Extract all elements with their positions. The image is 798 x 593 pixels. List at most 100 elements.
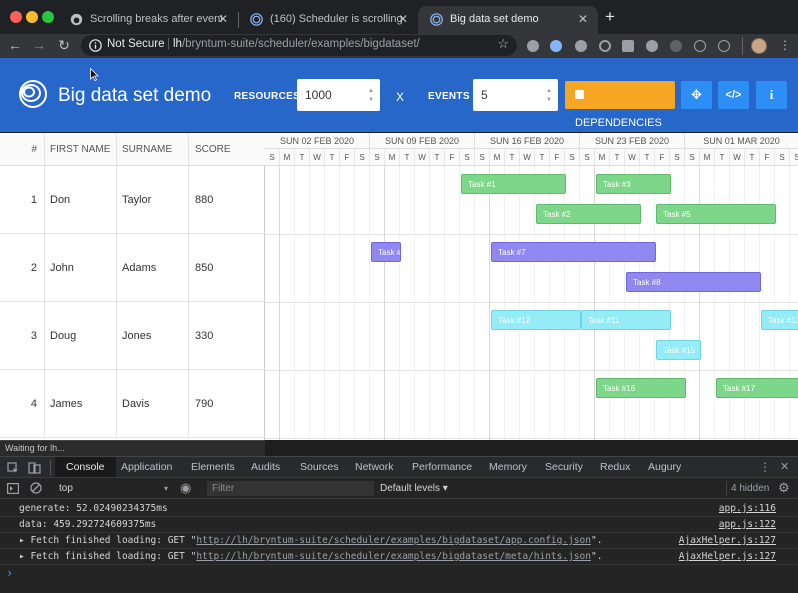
browser-tab-1[interactable]: Scrolling breaks after event resiz ✕: [58, 6, 238, 34]
browser-menu-icon[interactable]: ⋮: [779, 38, 791, 52]
device-toolbar-icon[interactable]: [28, 461, 41, 474]
reload-icon[interactable]: ↻: [55, 36, 73, 54]
react-devtools-icon[interactable]: [718, 40, 730, 52]
close-icon[interactable]: ✕: [780, 460, 789, 473]
address-bar[interactable]: Not Secure | lh/bryntum-suite/scheduler/…: [81, 35, 517, 56]
devtools-tab-performance[interactable]: Performance: [412, 457, 472, 478]
event-bar[interactable]: Task #17: [716, 378, 798, 398]
devtools-tab-console[interactable]: Console: [55, 457, 116, 478]
inspect-element-icon[interactable]: [7, 462, 19, 474]
console-message[interactable]: ▸ Fetch finished loading: GET "http://lh…: [0, 549, 798, 565]
event-bar[interactable]: Task #12: [491, 310, 581, 330]
console-url-link[interactable]: http://lh/bryntum-suite/scheduler/exampl…: [196, 535, 591, 546]
devtools-tab-memory[interactable]: Memory: [489, 457, 527, 478]
window-zoom-button[interactable]: [42, 11, 54, 23]
event-bar[interactable]: Task #15: [656, 340, 701, 360]
devtools-menu-icon[interactable]: ⋮: [759, 460, 771, 474]
bookmark-star-icon[interactable]: ☆: [497, 36, 509, 52]
day-header: M: [490, 149, 505, 166]
table-row[interactable]: 4 James Davis 790: [0, 370, 265, 438]
day-header: T: [325, 149, 340, 166]
console-message[interactable]: ▸ Fetch finished loading: GET "http://lh…: [0, 533, 798, 549]
devtools-tab-elements[interactable]: Elements: [191, 457, 235, 478]
resources-label: RESOURCES: [234, 91, 301, 102]
surname-cell: Jones: [117, 302, 189, 369]
window-close-button[interactable]: [10, 11, 22, 23]
extension-icon[interactable]: [575, 40, 587, 52]
first-name-cell: James: [45, 370, 117, 437]
close-icon[interactable]: ✕: [218, 6, 228, 32]
first-name-cell: Doug: [45, 302, 117, 369]
move-button[interactable]: ✥: [681, 81, 712, 109]
column-header-first-name[interactable]: FIRST NAME: [45, 133, 117, 166]
event-bar[interactable]: Task #11: [581, 310, 671, 330]
close-icon[interactable]: ✕: [398, 6, 408, 32]
close-icon[interactable]: ✕: [578, 6, 588, 32]
extension-icon[interactable]: [599, 40, 611, 52]
devtools-tab-augury[interactable]: Augury: [648, 457, 681, 478]
event-bar[interactable]: Task #1: [461, 174, 566, 194]
column-header-number[interactable]: #: [0, 133, 45, 166]
sidebar-toggle-icon[interactable]: [7, 483, 19, 494]
column-header-score[interactable]: SCORE: [189, 133, 265, 166]
devtools-tab-redux[interactable]: Redux: [600, 457, 630, 478]
event-bar[interactable]: Task #7: [491, 242, 656, 262]
browser-tab-2-label: (160) Scheduler is scrolling to th: [270, 13, 402, 25]
dependencies-button[interactable]: DEPENDENCIES: [565, 81, 675, 129]
avatar[interactable]: [751, 38, 767, 54]
extension-icon[interactable]: [670, 40, 682, 52]
extension-icon[interactable]: [622, 40, 634, 52]
filter-input[interactable]: Filter: [207, 481, 374, 496]
spin-down-icon[interactable]: ▼: [368, 97, 374, 103]
log-levels-dropdown[interactable]: Default levels ▾: [380, 481, 448, 496]
console-source-link[interactable]: app.js:116: [719, 501, 776, 517]
console-source-link[interactable]: AjaxHelper.js:127: [679, 549, 776, 565]
table-row[interactable]: 3 Doug Jones 330: [0, 302, 265, 370]
devtools-tab-audits[interactable]: Audits: [251, 457, 280, 478]
back-arrow-icon[interactable]: ←: [6, 36, 24, 54]
new-tab-button[interactable]: +: [605, 8, 615, 26]
console-source-link[interactable]: app.js:122: [719, 517, 776, 533]
clear-console-icon[interactable]: [30, 482, 42, 494]
devtools-tab-network[interactable]: Network: [355, 457, 394, 478]
table-row[interactable]: 2 John Adams 850: [0, 234, 265, 302]
context-selector[interactable]: top ▾: [52, 481, 174, 496]
info-icon[interactable]: [89, 39, 102, 52]
spin-up-icon[interactable]: ▲: [368, 88, 374, 94]
devtools-tab-application[interactable]: Application: [121, 457, 172, 478]
event-bar[interactable]: Task #2: [536, 204, 641, 224]
extension-icon[interactable]: [527, 40, 539, 52]
bryntum-logo-icon: [19, 80, 47, 108]
spin-down-icon[interactable]: ▼: [546, 97, 552, 103]
eye-icon[interactable]: ◉: [180, 480, 191, 495]
extension-icon[interactable]: [550, 40, 562, 52]
spin-up-icon[interactable]: ▲: [546, 88, 552, 94]
console-url-link[interactable]: http://lh/bryntum-suite/scheduler/exampl…: [196, 551, 591, 562]
browser-tab-2[interactable]: (160) Scheduler is scrolling to th ✕: [238, 6, 418, 34]
event-bar[interactable]: Task #5: [656, 204, 776, 224]
table-row[interactable]: 1 Don Taylor 880: [0, 166, 265, 234]
gear-icon[interactable]: ⚙: [778, 480, 790, 495]
console-prompt[interactable]: ›: [6, 565, 13, 581]
devtools-tab-sources[interactable]: Sources: [300, 457, 339, 478]
bryntum-logo-icon: [250, 13, 263, 26]
devtools-tab-security[interactable]: Security: [545, 457, 583, 478]
console-source-link[interactable]: AjaxHelper.js:127: [679, 533, 776, 549]
code-icon: </>: [725, 89, 742, 101]
events-input[interactable]: 5 ▲ ▼: [473, 79, 558, 111]
event-bar[interactable]: Task #: [371, 242, 401, 262]
info-button[interactable]: i: [756, 81, 787, 109]
url-text[interactable]: lh/bryntum-suite/scheduler/examples/bigd…: [173, 38, 420, 50]
event-bar[interactable]: Task #16: [596, 378, 686, 398]
event-bar[interactable]: Task #3: [596, 174, 671, 194]
extension-icon[interactable]: [646, 40, 658, 52]
event-bar[interactable]: Task #13: [761, 310, 798, 330]
window-minimize-button[interactable]: [26, 11, 38, 23]
column-header-surname[interactable]: SURNAME: [117, 133, 189, 166]
resources-input[interactable]: 1000 ▲ ▼: [297, 79, 380, 111]
event-bar[interactable]: Task #8: [626, 272, 761, 292]
code-button[interactable]: </>: [718, 81, 749, 109]
browser-tab-3[interactable]: Big data set demo ✕: [418, 6, 598, 34]
forward-arrow-icon[interactable]: →: [30, 36, 48, 54]
extension-icon[interactable]: [694, 40, 706, 52]
